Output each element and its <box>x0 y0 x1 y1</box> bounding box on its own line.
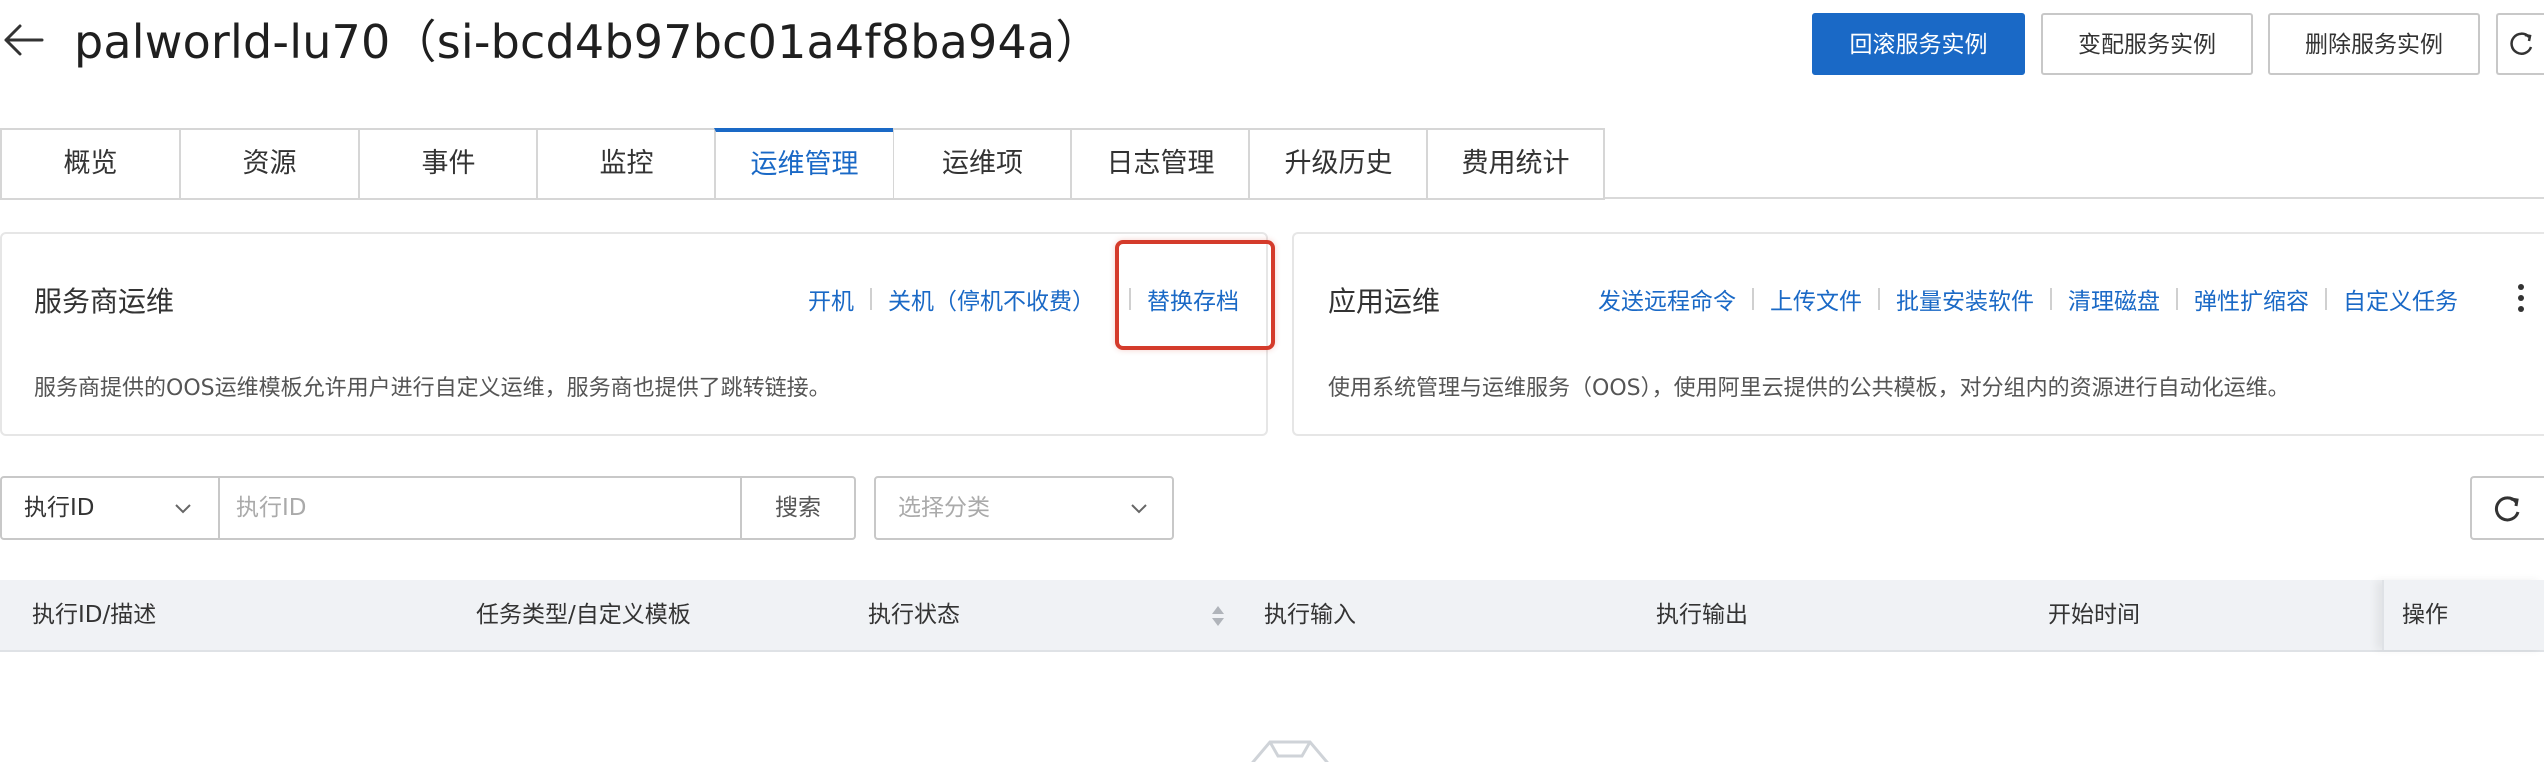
execution-id-search-input[interactable]: 执行ID <box>220 476 742 540</box>
provider-ops-panel: 服务商运维 开机 关机（停机不收费） 替换存档 服务商提供的OOS运维模板允许用… <box>0 232 1268 436</box>
tab-overview[interactable]: 概览 <box>0 128 179 200</box>
filter-bar: 执行ID 执行ID 搜索 选择分类 <box>0 476 2544 540</box>
refresh-icon <box>2494 496 2520 522</box>
provider-ops-title: 服务商运维 <box>34 285 175 318</box>
search-button[interactable]: 搜索 <box>742 476 856 540</box>
delete-instance-button[interactable]: 删除服务实例 <box>2268 13 2480 75</box>
power-off-link[interactable]: 关机（停机不收费） <box>888 282 1095 316</box>
link-divider <box>870 288 872 310</box>
app-ops-panel: 应用运维 发送远程命令 上传文件 批量安装软件 清理磁盘 弹性扩缩容 自定义任务… <box>1292 232 2544 436</box>
link-divider <box>1752 288 1754 310</box>
tab-ops-items[interactable]: 运维项 <box>892 128 1071 200</box>
chevron-down-icon <box>175 504 191 514</box>
custom-task-link[interactable]: 自定义任务 <box>2343 282 2458 316</box>
column-header-status: 执行状态 <box>868 602 960 628</box>
modify-instance-button[interactable]: 变配服务实例 <box>2041 13 2253 75</box>
provider-ops-description: 服务商提供的OOS运维模板允许用户进行自定义运维，服务商也提供了跳转链接。 <box>34 376 831 401</box>
tab-monitoring[interactable]: 监控 <box>536 128 715 200</box>
provider-ops-links: 开机 关机（停机不收费） 替换存档 <box>808 282 1239 316</box>
search-input-placeholder: 执行ID <box>236 495 307 521</box>
search-field-select-value: 执行ID <box>24 495 95 521</box>
link-divider <box>2176 288 2178 310</box>
chevron-down-icon <box>1131 504 1147 514</box>
tab-events[interactable]: 事件 <box>358 128 537 200</box>
table-refresh-button[interactable] <box>2470 476 2544 540</box>
refresh-icon <box>2510 32 2533 55</box>
elastic-scaling-link[interactable]: 弹性扩缩容 <box>2194 282 2309 316</box>
category-select-placeholder: 选择分类 <box>898 495 990 521</box>
link-divider <box>1878 288 1880 310</box>
clean-disk-link[interactable]: 清理磁盘 <box>2068 282 2160 316</box>
upload-file-link[interactable]: 上传文件 <box>1770 282 1862 316</box>
replace-save-link[interactable]: 替换存档 <box>1147 282 1239 316</box>
tab-upgrade-history[interactable]: 升级历史 <box>1248 128 1427 200</box>
tab-resources[interactable]: 资源 <box>179 128 358 200</box>
tab-log-management[interactable]: 日志管理 <box>1070 128 1249 200</box>
empty-state-icon <box>1251 740 1329 762</box>
search-field-select[interactable]: 执行ID <box>0 476 220 540</box>
column-header-start-time: 开始时间 <box>2048 602 2140 628</box>
tab-cost-statistics[interactable]: 费用统计 <box>1426 128 1605 200</box>
link-divider <box>2050 288 2052 310</box>
column-header-task-type: 任务类型/自定义模板 <box>476 602 691 628</box>
column-header-ops: 操作 <box>2382 580 2544 650</box>
more-vertical-icon[interactable] <box>2516 284 2526 314</box>
app-ops-links: 发送远程命令 上传文件 批量安装软件 清理磁盘 弹性扩缩容 自定义任务 <box>1598 282 2458 316</box>
tab-bar: 概览 资源 事件 监控 运维管理 运维项 日志管理 升级历史 费用统计 <box>0 128 2544 200</box>
app-ops-description: 使用系统管理与运维服务（OOS），使用阿里云提供的公共模板，对分组内的资源进行自… <box>1328 376 2290 401</box>
batch-install-link[interactable]: 批量安装软件 <box>1896 282 2034 316</box>
refresh-instance-button[interactable] <box>2496 13 2544 75</box>
app-ops-title: 应用运维 <box>1328 285 1441 318</box>
table-header: 执行ID/描述 任务类型/自定义模板 执行状态 执行输入 执行输出 开始时间 操… <box>0 580 2544 652</box>
header-actions: 回滚服务实例 变配服务实例 删除服务实例 <box>0 13 2544 75</box>
rollback-instance-button[interactable]: 回滚服务实例 <box>1812 13 2025 75</box>
column-header-output: 执行输出 <box>1656 602 1748 628</box>
link-divider <box>2325 288 2327 310</box>
link-divider <box>1129 288 1131 310</box>
category-select[interactable]: 选择分类 <box>874 476 1174 540</box>
column-header-exec-id: 执行ID/描述 <box>32 602 157 628</box>
tab-ops-management[interactable]: 运维管理 <box>714 128 893 200</box>
sort-icon[interactable] <box>1210 602 1226 630</box>
send-remote-command-link[interactable]: 发送远程命令 <box>1598 282 1736 316</box>
column-header-input: 执行输入 <box>1264 602 1356 628</box>
power-on-link[interactable]: 开机 <box>808 282 854 316</box>
